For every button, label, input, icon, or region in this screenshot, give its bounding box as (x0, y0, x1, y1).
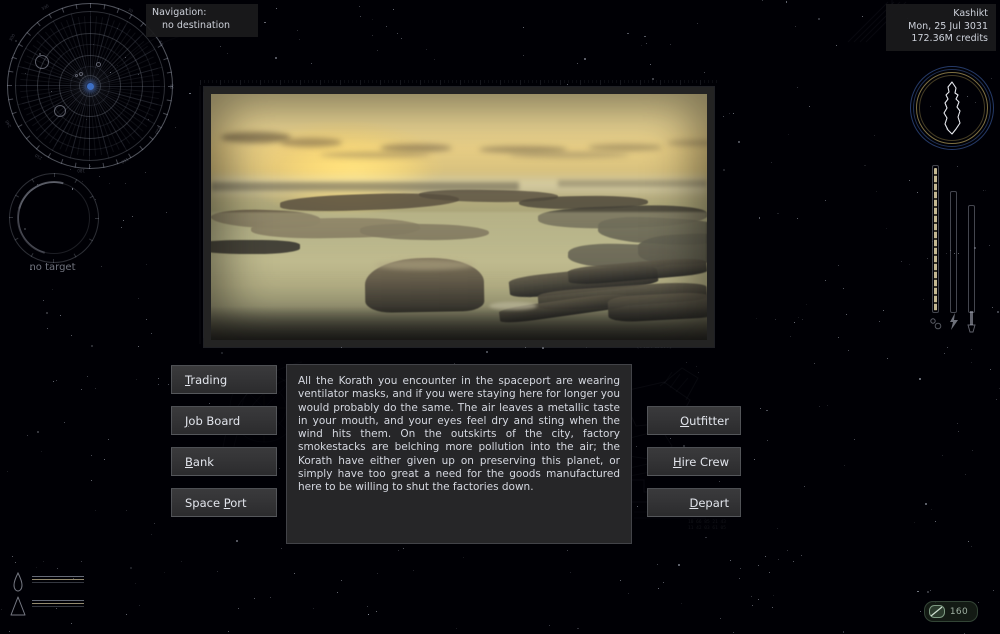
credits-label: 172.36M credits (911, 33, 988, 44)
button-label-rest: ob Board (188, 413, 241, 428)
button-label-rest: ire Crew (681, 454, 729, 469)
hull-bar-icon (950, 191, 957, 313)
hull-readout[interactable]: 160 (923, 601, 978, 622)
trading-button[interactable]: Trading (171, 365, 277, 394)
player-info-panel: Kashikt Mon, 25 Jul 3031 172.36M credits (886, 4, 996, 51)
navigation-panel[interactable]: Navigation: no destination (146, 4, 258, 37)
thruster-glyph-icon (967, 311, 976, 333)
button-hotkey: H (672, 454, 682, 469)
ship-status-display[interactable] (910, 66, 994, 150)
target-reticle[interactable] (3, 167, 105, 269)
hull-readout-value: 160 (949, 606, 968, 617)
shields-bar-icon (932, 165, 939, 313)
navigation-destination: no destination (162, 19, 231, 31)
button-label-rest: ort (230, 495, 247, 510)
button-label-prefix: Space (185, 495, 224, 510)
button-label: Bank (185, 455, 214, 469)
planet-landscape-image (211, 94, 707, 340)
button-label: Depart (689, 496, 729, 510)
button-label: Trading (185, 373, 227, 387)
button-hotkey: D (689, 495, 699, 510)
shield-glyph-icon (930, 318, 942, 330)
outfitter-button[interactable]: Outfitter (647, 406, 741, 435)
ship-silhouette-icon (943, 81, 961, 135)
button-label: Hire Crew (673, 455, 729, 469)
fuel-drop-icon (13, 572, 23, 592)
button-hotkey: B (185, 454, 193, 469)
planet-description-text: All the Korath you encounter in the spac… (298, 375, 620, 494)
depart-button[interactable]: Depart (647, 488, 741, 517)
navigation-label: Navigation: (152, 7, 207, 18)
button-label-rest: epart (698, 495, 729, 510)
target-status-label: no target (29, 262, 76, 273)
game-date-label: Mon, 25 Jul 3031 (908, 20, 988, 32)
gauge-row (32, 600, 84, 609)
bolt-glyph-icon (950, 313, 958, 330)
planet-landscape-frame (204, 87, 714, 347)
energy-drop-icon (10, 596, 26, 616)
button-label: Space Port (185, 496, 247, 510)
gauge-row (32, 576, 84, 585)
scene-ruler (200, 80, 718, 86)
fuel-energy-gauges (6, 572, 116, 620)
job-board-button[interactable]: Job Board (171, 406, 277, 435)
planet-description-panel: All the Korath you encounter in the spac… (286, 364, 632, 544)
hire-crew-button[interactable]: Hire Crew (647, 447, 741, 476)
button-label: Outfitter (680, 414, 729, 428)
button-label-rest: ank (192, 454, 214, 469)
bank-button[interactable]: Bank (171, 447, 277, 476)
energy-bar-icon (968, 205, 975, 313)
ship-status-bars (918, 163, 988, 333)
button-label-rest: utfitter (689, 413, 729, 428)
button-label: Job Board (185, 414, 240, 428)
button-hotkey: O (680, 413, 690, 428)
current-planet-label: Kashikt (953, 8, 988, 19)
game-screen: 37 21 05 41 96 85 14 73 48 22 10 66 85 2… (0, 0, 1000, 634)
hull-pill-icon (928, 605, 945, 618)
space-port-button[interactable]: Space Port (171, 488, 277, 517)
button-label-rest: rading (190, 372, 228, 387)
